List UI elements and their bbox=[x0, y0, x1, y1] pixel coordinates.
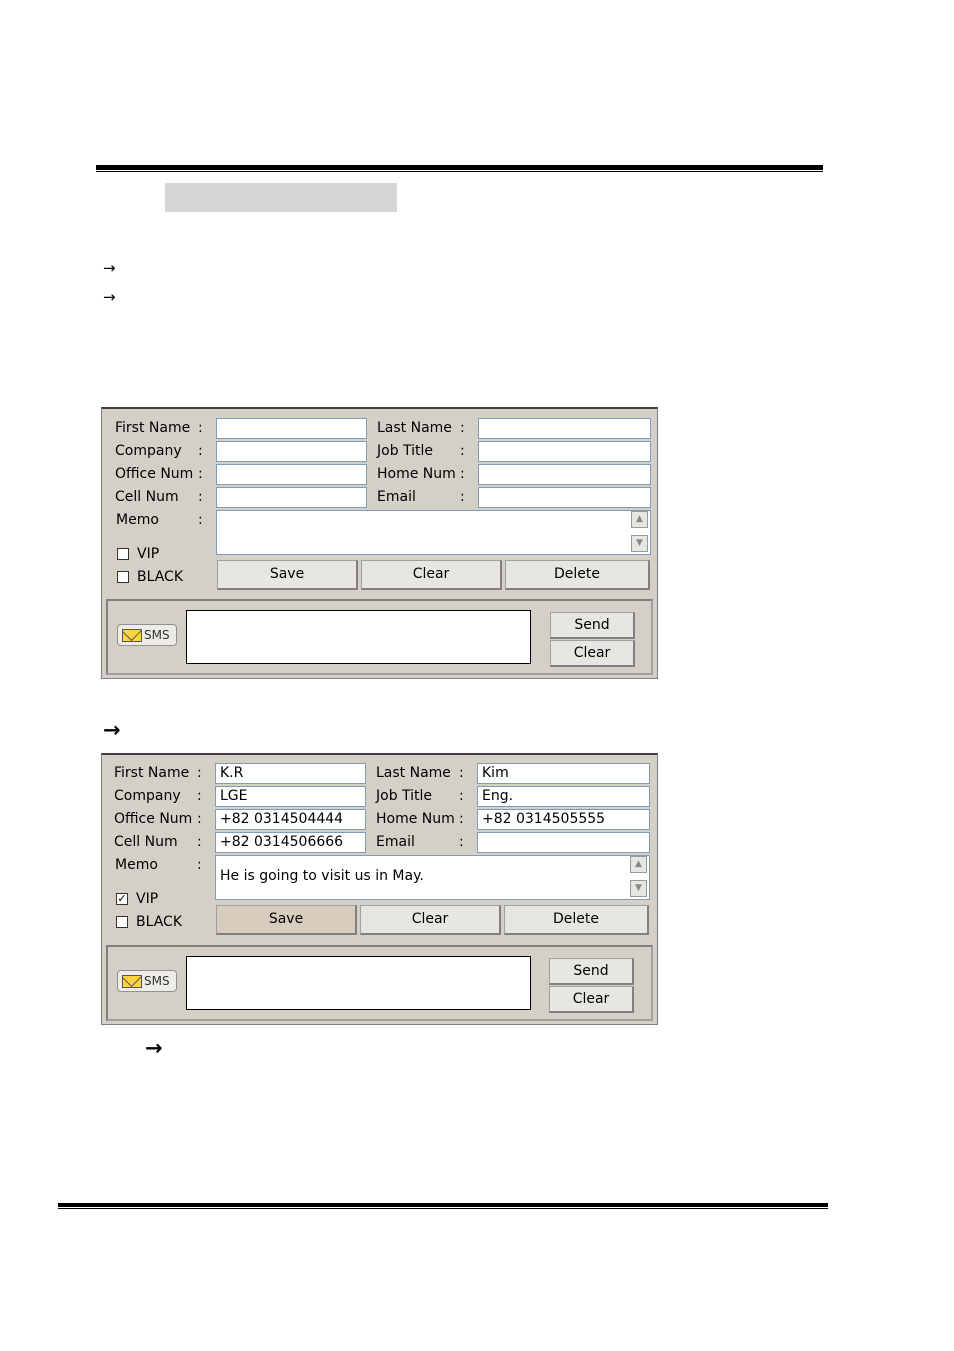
office-num-label: Office Num bbox=[115, 466, 194, 482]
colon: : bbox=[197, 788, 202, 804]
memo-field[interactable] bbox=[216, 510, 651, 555]
home-num-field[interactable]: +82 0314505555 bbox=[477, 809, 650, 830]
company-field[interactable] bbox=[216, 441, 367, 462]
colon: : bbox=[460, 489, 465, 505]
sms-badge: SMS bbox=[117, 624, 177, 646]
bottom-rule-thin bbox=[58, 1208, 828, 1209]
cell-num-label: Cell Num bbox=[115, 489, 179, 505]
sms-badge-label: SMS bbox=[144, 974, 170, 988]
send-button[interactable]: Send bbox=[549, 958, 634, 985]
cell-num-label: Cell Num bbox=[114, 834, 178, 850]
office-num-field[interactable]: +82 0314504444 bbox=[215, 809, 366, 830]
vip-checkbox[interactable] bbox=[117, 548, 129, 560]
last-name-label: Last Name bbox=[377, 420, 452, 436]
sms-badge: SMS bbox=[117, 970, 177, 992]
cell-num-field[interactable]: +82 0314506666 bbox=[215, 832, 366, 853]
scroll-up-icon[interactable]: ▲ bbox=[630, 856, 647, 873]
home-num-field[interactable] bbox=[478, 464, 651, 485]
envelope-icon bbox=[122, 629, 142, 642]
arrow-icon: → bbox=[103, 718, 121, 742]
first-name-label: First Name bbox=[115, 420, 191, 436]
sms-message-input[interactable] bbox=[186, 610, 531, 664]
colon: : bbox=[197, 811, 202, 827]
colon: : bbox=[198, 443, 203, 459]
send-button[interactable]: Send bbox=[550, 612, 635, 639]
scroll-up-icon[interactable]: ▲ bbox=[631, 511, 648, 528]
contact-panel-empty: First Name : Last Name : Company : Job T… bbox=[101, 407, 658, 679]
company-field[interactable]: LGE bbox=[215, 786, 366, 807]
home-num-label: Home Num bbox=[377, 466, 456, 482]
email-label: Email bbox=[376, 834, 415, 850]
memo-field[interactable]: He is going to visit us in May. bbox=[215, 855, 650, 900]
colon: : bbox=[198, 420, 203, 436]
colon: : bbox=[198, 512, 203, 528]
colon: : bbox=[459, 788, 464, 804]
envelope-icon bbox=[122, 975, 142, 988]
contact-panel-filled: First Name : K.R Last Name : Kim Company… bbox=[101, 753, 658, 1025]
sms-clear-button[interactable]: Clear bbox=[550, 640, 635, 667]
arrow-icon: → bbox=[145, 1036, 163, 1060]
vip-label: VIP bbox=[137, 546, 160, 562]
clear-button[interactable]: Clear bbox=[360, 905, 501, 935]
delete-button[interactable]: Delete bbox=[504, 905, 649, 935]
colon: : bbox=[198, 466, 203, 482]
sms-message-input[interactable] bbox=[186, 956, 531, 1010]
company-label: Company bbox=[114, 788, 181, 804]
top-rule-thin bbox=[96, 171, 823, 172]
memo-label: Memo bbox=[116, 512, 159, 528]
email-label: Email bbox=[377, 489, 416, 505]
black-label: BLACK bbox=[137, 569, 184, 585]
memo-label: Memo bbox=[115, 857, 158, 873]
first-name-field[interactable] bbox=[216, 418, 367, 439]
vip-label: VIP bbox=[136, 891, 159, 907]
bottom-rule bbox=[58, 1203, 828, 1207]
save-button[interactable]: Save bbox=[217, 560, 358, 590]
colon: : bbox=[197, 857, 202, 873]
job-title-label: Job Title bbox=[377, 443, 434, 459]
black-label: BLACK bbox=[136, 914, 183, 930]
company-label: Company bbox=[115, 443, 182, 459]
colon: : bbox=[460, 443, 465, 459]
arrow-icon: → bbox=[103, 288, 116, 306]
sms-area: SMS Send Clear bbox=[106, 599, 653, 675]
scroll-down-icon[interactable]: ▼ bbox=[631, 535, 648, 552]
sms-clear-button[interactable]: Clear bbox=[549, 986, 634, 1013]
top-rule bbox=[96, 165, 823, 170]
save-button[interactable]: Save bbox=[216, 905, 357, 935]
colon: : bbox=[459, 765, 464, 781]
email-field[interactable] bbox=[478, 487, 651, 508]
email-field[interactable] bbox=[477, 832, 650, 853]
job-title-field[interactable] bbox=[478, 441, 651, 462]
sms-badge-label: SMS bbox=[144, 628, 170, 642]
office-num-label: Office Num bbox=[114, 811, 193, 827]
sms-area: SMS Send Clear bbox=[106, 945, 653, 1021]
colon: : bbox=[197, 765, 202, 781]
job-title-label: Job Title bbox=[376, 788, 433, 804]
vip-checkbox[interactable]: ✓ bbox=[116, 893, 128, 905]
first-name-label: First Name bbox=[114, 765, 190, 781]
colon: : bbox=[460, 420, 465, 436]
colon: : bbox=[459, 811, 464, 827]
colon: : bbox=[197, 834, 202, 850]
last-name-field[interactable]: Kim bbox=[477, 763, 650, 784]
clear-button[interactable]: Clear bbox=[361, 560, 502, 590]
black-checkbox[interactable] bbox=[117, 571, 129, 583]
delete-button[interactable]: Delete bbox=[505, 560, 650, 590]
last-name-label: Last Name bbox=[376, 765, 451, 781]
office-num-field[interactable] bbox=[216, 464, 367, 485]
cell-num-field[interactable] bbox=[216, 487, 367, 508]
arrow-icon: → bbox=[103, 259, 116, 277]
job-title-field[interactable]: Eng. bbox=[477, 786, 650, 807]
colon: : bbox=[460, 466, 465, 482]
section-title-box bbox=[165, 183, 397, 212]
scroll-down-icon[interactable]: ▼ bbox=[630, 880, 647, 897]
colon: : bbox=[459, 834, 464, 850]
black-checkbox[interactable] bbox=[116, 916, 128, 928]
home-num-label: Home Num bbox=[376, 811, 455, 827]
first-name-field[interactable]: K.R bbox=[215, 763, 366, 784]
last-name-field[interactable] bbox=[478, 418, 651, 439]
colon: : bbox=[198, 489, 203, 505]
